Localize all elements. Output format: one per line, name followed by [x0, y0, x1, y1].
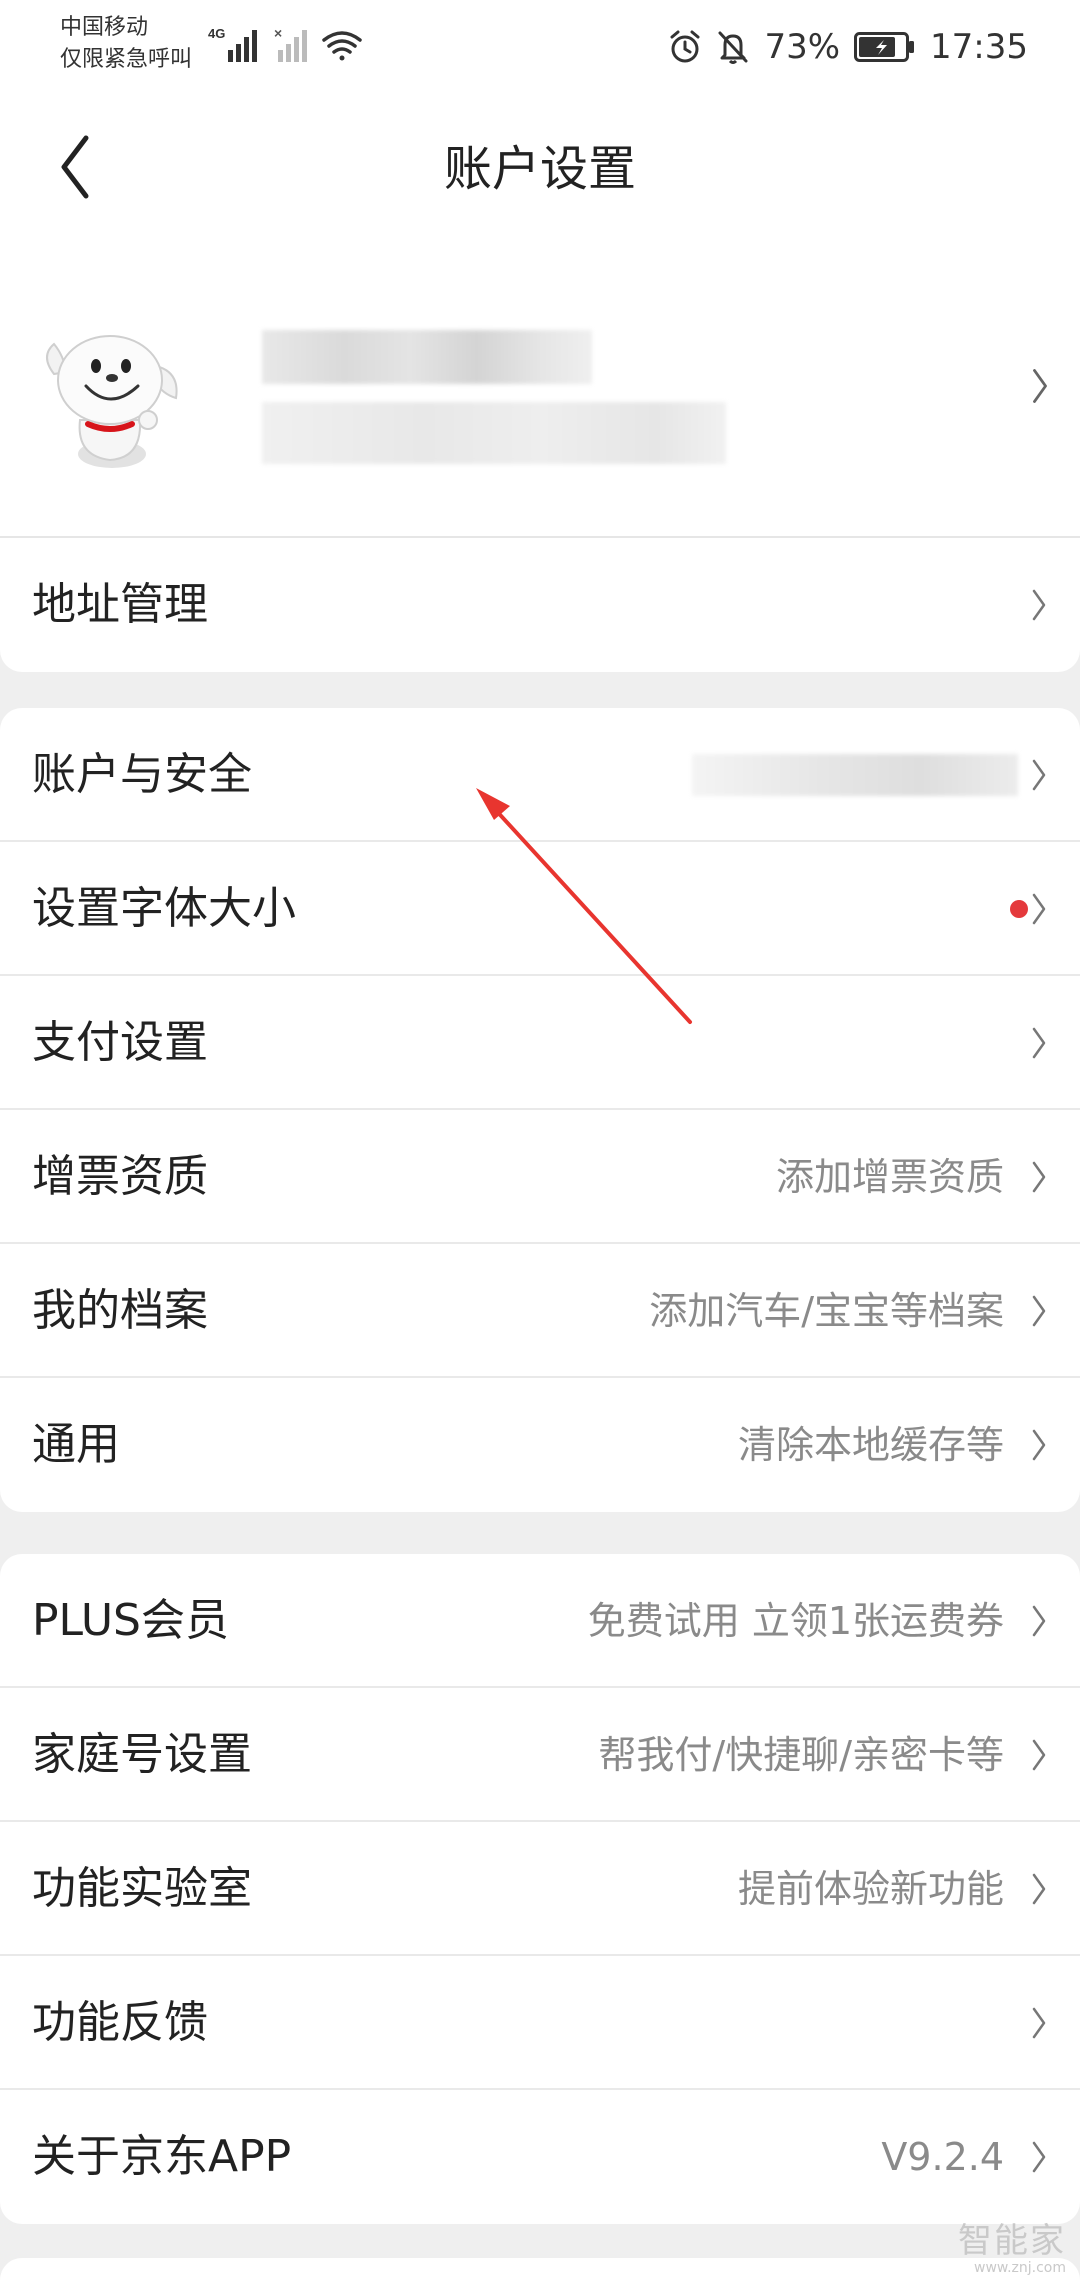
row-value: 免费试用 立领1张运费券 — [587, 1599, 1004, 1643]
chevron-right-icon — [1032, 1161, 1046, 1193]
watermark-url: www.znj.com — [974, 2260, 1066, 2276]
row-label: 家庭号设置 — [32, 1729, 252, 1780]
row-account-security[interactable]: 账户与安全 — [0, 708, 1080, 842]
row-feedback[interactable]: 功能反馈 — [0, 1956, 1080, 2090]
watermark: 智能家 www.znj.com — [958, 2222, 1066, 2276]
row-label: 我的档案 — [32, 1285, 208, 1336]
battery-icon — [854, 32, 915, 62]
row-vat-invoice[interactable]: 增票资质 添加增票资质 — [0, 1110, 1080, 1244]
avatar — [46, 335, 178, 468]
status-right-group: 73% 17:35 — [668, 22, 1028, 72]
row-value: 清除本地缓存等 — [737, 1423, 1004, 1467]
chevron-right-icon — [1032, 589, 1046, 621]
row-label: 设置字体大小 — [32, 883, 296, 934]
row-family-account[interactable]: 家庭号设置 帮我付/快捷聊/亲密卡等 — [0, 1688, 1080, 1822]
signal-icon: 4G × — [208, 25, 362, 62]
row-payment-settings[interactable]: 支付设置 — [0, 976, 1080, 1110]
svg-text:×: × — [274, 25, 282, 41]
nav-header: 账户设置 — [0, 96, 1080, 236]
row-plus-member[interactable]: PLUS会员 免费试用 立领1张运费券 — [0, 1554, 1080, 1688]
row-feature-lab[interactable]: 功能实验室 提前体验新功能 — [0, 1822, 1080, 1956]
chevron-right-icon — [1032, 2007, 1046, 2039]
row-label: 功能实验室 — [32, 1863, 252, 1914]
chevron-right-icon — [1032, 893, 1046, 925]
row-value: 提前体验新功能 — [737, 1867, 1004, 1911]
wifi-icon — [322, 31, 362, 61]
alarm-icon — [670, 30, 700, 63]
account-value-redacted — [692, 754, 1018, 796]
account-info-redacted — [262, 402, 726, 464]
mute-icon — [718, 31, 748, 64]
chevron-right-icon — [1032, 1027, 1046, 1059]
row-value: 添加汽车/宝宝等档案 — [649, 1289, 1004, 1333]
chevron-right-icon — [1032, 1295, 1046, 1327]
chevron-right-icon — [1033, 369, 1047, 403]
chevron-right-icon — [1032, 759, 1046, 791]
chevron-right-icon — [1032, 1429, 1046, 1461]
username-redacted — [262, 330, 592, 384]
row-about-app[interactable]: 关于京东APP V9.2.4 — [0, 2090, 1080, 2224]
carrier-info: 中国移动 仅限紧急呼叫 — [60, 12, 192, 76]
row-address-management[interactable]: 地址管理 — [0, 538, 1080, 672]
profile-card[interactable] — [0, 236, 1080, 538]
row-label: 账户与安全 — [32, 749, 252, 800]
settings-group-2: 账户与安全 设置字体大小 支付设置 增票资质 添加增票资质 我的档案 添加汽车/… — [0, 708, 1080, 1512]
carrier-name: 中国移动 — [60, 15, 149, 40]
row-font-size[interactable]: 设置字体大小 — [0, 842, 1080, 976]
status-bar: 中国移动 仅限紧急呼叫 4G × 73% 17:35 — [0, 0, 1080, 96]
row-label: PLUS会员 — [32, 1595, 229, 1646]
watermark-text: 智能家 — [958, 2221, 1066, 2261]
row-value: 帮我付/快捷聊/亲密卡等 — [598, 1733, 1004, 1777]
chevron-right-icon — [1032, 1605, 1046, 1637]
row-label: 通用 — [32, 1419, 120, 1470]
row-label: 功能反馈 — [32, 1997, 208, 2048]
chevron-right-icon — [1032, 2141, 1046, 2173]
network-type-label: 4G — [208, 26, 225, 41]
settings-group-next — [0, 2258, 1080, 2280]
row-label: 地址管理 — [32, 579, 208, 630]
row-general[interactable]: 通用 清除本地缓存等 — [0, 1378, 1080, 1512]
new-badge-dot — [1010, 900, 1028, 918]
settings-group-1: 地址管理 — [0, 538, 1080, 672]
page-title: 账户设置 — [443, 141, 636, 197]
battery-percent: 73% — [764, 27, 841, 67]
app-screen: 中国移动 仅限紧急呼叫 4G × 73% 17:35 账户设置 地址管理 账户与… — [0, 0, 1080, 2280]
row-my-profiles[interactable]: 我的档案 添加汽车/宝宝等档案 — [0, 1244, 1080, 1378]
settings-group-3: PLUS会员 免费试用 立领1张运费券 家庭号设置 帮我付/快捷聊/亲密卡等 功… — [0, 1554, 1080, 2224]
row-value: 添加增票资质 — [775, 1155, 1004, 1199]
row-label: 关于京东APP — [32, 2131, 292, 2182]
row-value: V9.2.4 — [881, 2135, 1004, 2179]
chevron-right-icon — [1032, 1873, 1046, 1905]
chevron-right-icon — [1032, 1739, 1046, 1771]
row-label: 增票资质 — [32, 1151, 208, 1202]
clock-time: 17:35 — [930, 27, 1028, 67]
carrier-status: 仅限紧急呼叫 — [60, 47, 193, 72]
row-label: 支付设置 — [32, 1017, 208, 1068]
